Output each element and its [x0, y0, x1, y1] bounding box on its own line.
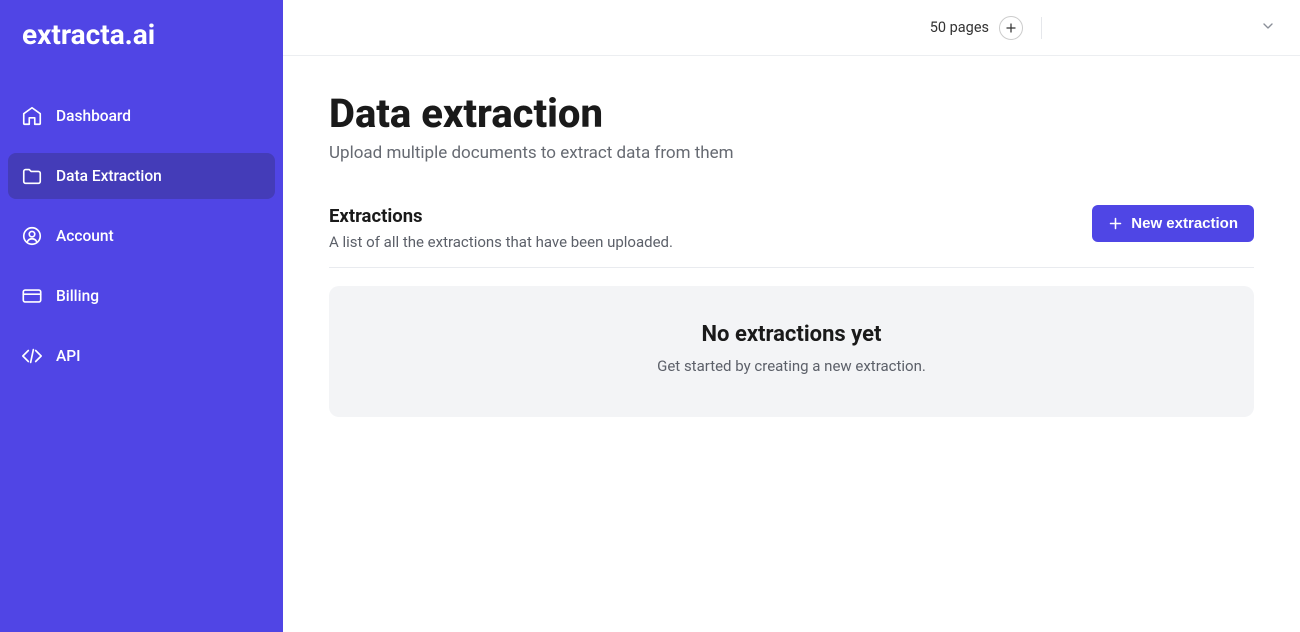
sidebar-item-account[interactable]: Account [8, 213, 275, 259]
section-title: Extractions [329, 205, 673, 227]
new-extraction-button[interactable]: New extraction [1092, 205, 1254, 242]
page-title: Data extraction [329, 90, 1254, 137]
section-divider [329, 267, 1254, 268]
chevron-down-icon [1260, 18, 1276, 34]
credit-card-icon [20, 284, 44, 308]
page-content: Data extraction Upload multiple document… [283, 56, 1300, 417]
folder-icon [20, 164, 44, 188]
new-extraction-label: New extraction [1131, 215, 1238, 232]
topbar-divider [1041, 17, 1042, 39]
user-icon [20, 224, 44, 248]
brand-logo: extracta.ai [0, 18, 283, 51]
section-subtitle: A list of all the extractions that have … [329, 233, 673, 251]
sidebar-item-billing[interactable]: Billing [8, 273, 275, 319]
empty-state-title: No extractions yet [349, 322, 1234, 347]
user-menu-dropdown[interactable] [1260, 18, 1276, 38]
empty-state-panel: No extractions yet Get started by creati… [329, 286, 1254, 417]
page-subtitle: Upload multiple documents to extract dat… [329, 143, 1254, 163]
sidebar: extracta.ai Dashboard Data Extraction Ac… [0, 0, 283, 632]
plus-icon [1005, 22, 1017, 34]
sidebar-item-label: API [56, 347, 81, 365]
section-header: Extractions A list of all the extraction… [329, 205, 1254, 251]
topbar: 50 pages [283, 0, 1300, 56]
code-icon [20, 344, 44, 368]
sidebar-item-label: Data Extraction [56, 167, 162, 185]
plus-icon [1108, 216, 1123, 231]
main-content: 50 pages Data extraction Upload multiple… [283, 0, 1300, 632]
pages-count-label: 50 pages [930, 19, 989, 36]
sidebar-item-label: Dashboard [56, 107, 131, 125]
sidebar-item-dashboard[interactable]: Dashboard [8, 93, 275, 139]
sidebar-item-api[interactable]: API [8, 333, 275, 379]
add-pages-button[interactable] [999, 16, 1023, 40]
sidebar-item-data-extraction[interactable]: Data Extraction [8, 153, 275, 199]
empty-state-subtitle: Get started by creating a new extraction… [349, 357, 1234, 375]
home-icon [20, 104, 44, 128]
sidebar-item-label: Account [56, 227, 114, 245]
sidebar-item-label: Billing [56, 287, 99, 305]
nav-list: Dashboard Data Extraction Account Billin… [0, 93, 283, 379]
